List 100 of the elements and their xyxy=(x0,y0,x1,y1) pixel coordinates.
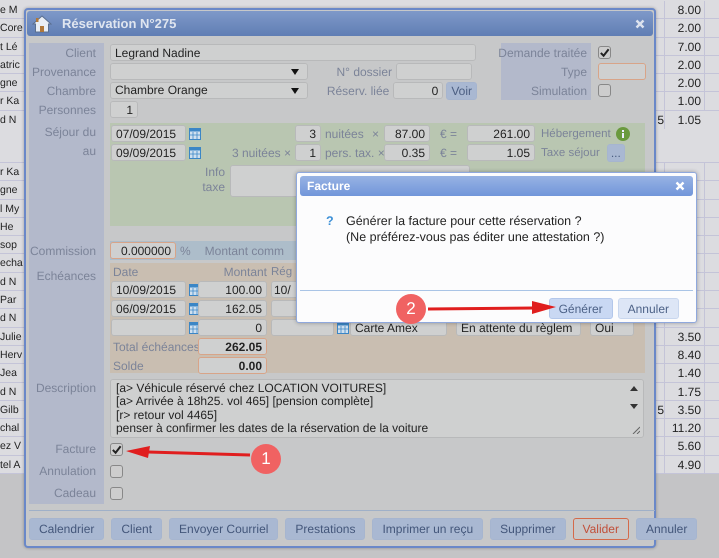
calendar-icon[interactable] xyxy=(337,322,349,334)
table-cell: chal xyxy=(0,422,20,434)
field-label: Demande traitée xyxy=(501,43,591,62)
percent-sign: % xyxy=(180,244,191,258)
resize-grip-icon[interactable] xyxy=(632,426,640,434)
date-field[interactable]: 07/09/2015 xyxy=(111,125,186,142)
total-field[interactable]: 261.00 xyxy=(467,125,535,142)
table-cell: 4.90 xyxy=(678,458,701,472)
table-cell: Core xyxy=(0,22,23,34)
action-button[interactable]: Prestations xyxy=(285,518,366,540)
field-label: Séjour du xyxy=(44,124,96,141)
table-cell: 5 xyxy=(657,402,664,417)
date-field[interactable]: 06/09/2015 xyxy=(111,300,186,317)
field-label: Montant comm xyxy=(204,244,284,258)
table-cell: 5.60 xyxy=(678,439,701,454)
action-button[interactable]: Envoyer Courriel xyxy=(169,518,278,540)
table-cell: echa xyxy=(0,257,23,270)
unit-text: pers. tax. × xyxy=(325,146,385,160)
field-label: Cadeau xyxy=(54,486,96,500)
table-cell: Gilb xyxy=(0,404,19,416)
table-cell: 3.50 xyxy=(678,330,701,344)
unit-text: nuitées xyxy=(325,126,364,140)
scroll-down-icon[interactable] xyxy=(630,404,638,409)
action-button[interactable]: Imprimer un reçu xyxy=(372,518,484,540)
field-label: Hébergement xyxy=(540,128,612,140)
total-field[interactable]: 1.05 xyxy=(467,144,535,161)
table-cell: gne xyxy=(0,77,18,90)
table-cell: 7.00 xyxy=(678,40,701,54)
field-label: Personnes xyxy=(38,102,96,116)
dialog-button[interactable]: Générer xyxy=(548,298,613,319)
price-field[interactable]: 0.35 xyxy=(384,144,430,161)
table-cell: r Ka xyxy=(0,166,20,178)
table-cell: ez V xyxy=(0,440,22,452)
description-field[interactable]: [a> Véhicule réservé chez LOCATION VOITURES] [a> Arrivée à 18h25. vol 465] [pension complète] [r> retour vol 4465] penser à confirmer les dates de la réservation de la voiture xyxy=(110,379,644,438)
action-button[interactable]: Supprimer xyxy=(490,518,566,540)
table-cell: t Lé xyxy=(0,40,18,53)
house-icon xyxy=(32,14,52,32)
action-button[interactable]: Annuler xyxy=(636,518,698,540)
checkbox[interactable] xyxy=(598,46,611,59)
field-label: Facture xyxy=(55,442,96,456)
table-cell: He xyxy=(0,220,14,233)
balance-label: Solde xyxy=(112,358,145,372)
linked-reservation-field[interactable]: 0 xyxy=(393,82,444,99)
calendar-icon[interactable] xyxy=(189,146,201,158)
info-icon[interactable] xyxy=(616,126,630,140)
table-cell: d N xyxy=(0,114,16,126)
field-label: Annulation xyxy=(39,464,96,478)
date-field[interactable]: 10/09/2015 xyxy=(111,281,186,298)
date-field[interactable]: 09/09/2015 xyxy=(111,144,186,161)
table-cell: sop xyxy=(0,239,17,252)
action-button[interactable]: Calendrier xyxy=(29,518,104,540)
question-mark: ? xyxy=(326,213,335,230)
column-header: Date xyxy=(112,265,140,280)
table-cell: d N xyxy=(0,386,16,398)
field-label: Taxe séjour xyxy=(540,146,601,158)
table-cell: 3.50 xyxy=(678,402,701,417)
table-cell: 8.40 xyxy=(678,348,701,362)
table-cell: Julie xyxy=(0,330,22,343)
type-field[interactable] xyxy=(598,63,646,80)
table-cell: 11.20 xyxy=(672,421,701,436)
table-cell: Jea xyxy=(0,367,17,380)
field-label: Réserv. liée xyxy=(326,84,390,98)
table-cell: 8.00 xyxy=(678,3,701,17)
dialog-button[interactable]: Annuler xyxy=(618,298,679,319)
action-button[interactable]: Client xyxy=(111,518,162,540)
field-label: Provenance xyxy=(32,64,96,78)
table-cell: 1.00 xyxy=(678,94,701,108)
field-label: Echéances xyxy=(36,268,96,285)
table-cell: 1.05 xyxy=(678,112,701,127)
table-cell: 1.40 xyxy=(678,366,701,380)
amount-field[interactable]: 0 xyxy=(198,319,267,336)
table-cell: Par xyxy=(0,294,16,306)
amount-field[interactable]: 100.00 xyxy=(198,281,267,298)
field-label: Simulation xyxy=(501,81,591,100)
checkbox[interactable] xyxy=(598,84,611,97)
scroll-up-icon[interactable] xyxy=(630,386,638,391)
amount-field[interactable]: 162.05 xyxy=(198,300,267,317)
checkbox[interactable] xyxy=(110,464,123,478)
dropdown-arrow-icon xyxy=(291,88,299,94)
date-field[interactable] xyxy=(111,319,186,336)
balance-field: 0.00 xyxy=(198,357,267,374)
persons-field[interactable]: 1 xyxy=(110,101,138,118)
times-sign: × xyxy=(372,126,379,140)
equals-text: € = xyxy=(440,126,457,140)
checkbox[interactable] xyxy=(110,486,123,500)
close-icon[interactable] xyxy=(635,18,645,28)
nights-text: 3 nuitées × xyxy=(232,146,291,160)
quantity-field[interactable]: 3 xyxy=(295,125,321,142)
field-label: N° dossier xyxy=(336,64,393,78)
price-field[interactable]: 87.00 xyxy=(384,125,430,142)
room-dropdown[interactable]: Chambre Orange xyxy=(110,82,308,99)
client-field[interactable]: Legrand Nadine xyxy=(110,44,476,61)
quantity-field[interactable]: 1 xyxy=(295,144,321,161)
calendar-icon[interactable] xyxy=(189,128,201,140)
commission-field[interactable]: 0.000000 xyxy=(110,242,176,259)
description-text: [a> Véhicule réservé chez LOCATION VOITURES] [a> Arrivée à 18h25. vol 465] [pension complète] [r> retour vol 4465] penser à confirmer les dates de la réservation de la voiture xyxy=(116,382,430,436)
field-label: Type xyxy=(501,62,591,81)
field-label: Info taxe xyxy=(201,165,225,195)
checkbox[interactable] xyxy=(110,442,123,456)
column-header: Montant xyxy=(222,265,267,280)
